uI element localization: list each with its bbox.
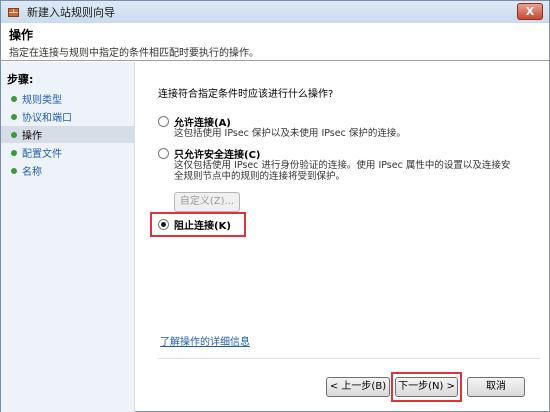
firewall-icon: [7, 5, 21, 19]
back-button[interactable]: < 上一步(B): [326, 377, 390, 397]
sidebar-item-protocol-port[interactable]: 协议和端口: [1, 108, 135, 125]
learn-more-link[interactable]: 了解操作的详细信息: [160, 333, 250, 348]
page-description: 指定在连接与规则中指定的条件相匹配时要执行的操作。: [9, 48, 259, 59]
sidebar-item-action[interactable]: 操作: [1, 126, 135, 143]
sidebar-item-label: 操作: [22, 131, 42, 142]
block-connection-radio[interactable]: [158, 219, 169, 230]
step-dot-icon: [11, 113, 17, 120]
steps-title: 步骤:: [7, 73, 34, 86]
step-dot-icon: [11, 131, 17, 138]
allow-connection-description: 这包括使用 IPsec 保护以及未使用 IPsec 保护的连接。: [174, 128, 406, 139]
bottom-divider: [158, 358, 540, 359]
close-button[interactable]: X: [517, 3, 543, 20]
steps-sidebar: 步骤: 规则类型 协议和端口 操作 配置文件 名称: [1, 62, 135, 412]
window-title: 新建入站规则向导: [27, 6, 115, 19]
allow-secure-label[interactable]: 只允许安全连接(C): [174, 146, 260, 161]
cancel-button[interactable]: 取消: [467, 377, 525, 397]
sidebar-item-label: 配置文件: [22, 149, 62, 160]
allow-connection-label[interactable]: 允许连接(A): [174, 114, 231, 129]
page-title: 操作: [9, 28, 34, 42]
main-content: 连接符合指定条件时应该进行什么操作? 允许连接(A) 这包括使用 IPsec 保…: [136, 62, 549, 412]
sidebar-item-label: 名称: [22, 167, 42, 178]
sidebar-item-rule-type[interactable]: 规则类型: [1, 90, 135, 107]
sidebar-item-profile[interactable]: 配置文件: [1, 144, 135, 161]
step-dot-icon: [11, 149, 17, 156]
action-question: 连接符合指定条件时应该进行什么操作?: [158, 89, 334, 100]
allow-connection-radio[interactable]: [158, 116, 169, 127]
next-button[interactable]: 下一步(N) >: [395, 377, 458, 397]
allow-secure-radio[interactable]: [158, 148, 169, 159]
customize-button[interactable]: 自定义(Z)...: [174, 192, 240, 212]
sidebar-item-label: 规则类型: [22, 95, 62, 106]
block-connection-label[interactable]: 阻止连接(K): [174, 217, 231, 232]
step-dot-icon: [11, 95, 17, 102]
allow-secure-description-line2: 全规则节点中的规则的连接将受到保护。: [174, 171, 346, 182]
wizard-window: 新建入站规则向导 X 操作 指定在连接与规则中指定的条件相匹配时要执行的操作。 …: [0, 0, 550, 412]
sidebar-item-label: 协议和端口: [22, 113, 72, 124]
title-bar[interactable]: 新建入站规则向导 X: [1, 1, 549, 23]
sidebar-item-name[interactable]: 名称: [1, 162, 135, 179]
step-dot-icon: [11, 167, 17, 174]
page-header: 操作 指定在连接与规则中指定的条件相匹配时要执行的操作。: [1, 23, 549, 61]
